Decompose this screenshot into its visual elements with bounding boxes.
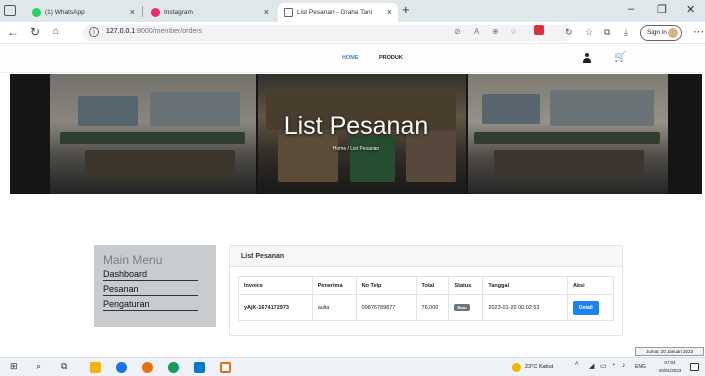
extension-icon[interactable] <box>534 25 544 35</box>
tab-whatsapp[interactable]: (1) WhatsApp × <box>26 3 141 22</box>
page-title: List Pesanan <box>283 112 429 140</box>
nav-produk-link[interactable]: PRODUK <box>379 55 403 61</box>
status-cell: Baru <box>448 294 484 321</box>
zoom-icon[interactable]: ⊕ <box>492 27 499 36</box>
maximize-button[interactable]: ❐ <box>657 3 667 16</box>
chrome-icon[interactable] <box>142 362 153 373</box>
tab-divider <box>142 6 143 17</box>
sidebar-item-dashboard[interactable]: Dashboard <box>103 269 198 281</box>
detail-button[interactable]: Detail <box>573 300 599 315</box>
window-menu-icon[interactable] <box>4 5 16 16</box>
weather-icon[interactable] <box>512 363 521 372</box>
sidebar-item-pengaturan[interactable]: Pengaturan <box>103 299 198 311</box>
orders-table: Invoice Penerima No Telp Total Status Ta… <box>238 276 614 321</box>
network-icon[interactable]: ◢ <box>589 362 594 370</box>
phone-cell: 09876789877 <box>355 294 417 321</box>
chevron-up-icon[interactable]: ^ <box>575 362 578 369</box>
table-header-row: Invoice Penerima No Telp Total Status Ta… <box>238 276 614 295</box>
file-explorer-icon[interactable] <box>90 362 101 373</box>
close-icon[interactable]: × <box>264 7 269 17</box>
edge-icon[interactable] <box>116 362 127 373</box>
breadcrumb: Home / List Pesanan <box>332 146 380 152</box>
sidebar-title: Main Menu <box>103 253 163 267</box>
read-aloud-icon[interactable]: A <box>474 27 479 36</box>
downloads-icon[interactable]: ⤓ <box>624 27 628 38</box>
app-icon[interactable] <box>220 362 231 373</box>
collections-icon[interactable]: ⧉ <box>604 27 610 38</box>
avatar <box>668 28 678 38</box>
browser-toolbar: ← ↻ ⌂ i 127.0.0.1:8000/member/orders ⊘ A… <box>0 22 705 44</box>
hero-banner: List Pesanan Home / List Pesanan <box>10 74 702 194</box>
status-badge: Baru <box>454 304 470 311</box>
column-header: Status <box>448 276 484 295</box>
url-text: 127.0.0.1:8000/member/orders <box>106 28 203 35</box>
search-icon[interactable]: ⌕ <box>36 361 41 372</box>
whatsapp-icon <box>32 8 41 17</box>
column-header: Penerima <box>311 276 357 295</box>
language-indicator[interactable]: ENG <box>635 364 646 370</box>
date-tooltip: Jumat, 20 Januari 2023 <box>635 347 704 356</box>
windows-taskbar: ⊞ ⌕ ⧉ 23°C Kabut ^ ◢ ▭ ◔ ♪ ENG 07.04 20/… <box>0 357 705 376</box>
favorite-icon[interactable]: ☆ <box>510 27 517 36</box>
battery-icon[interactable]: ▭ <box>600 362 607 370</box>
vscode-icon[interactable] <box>194 362 205 373</box>
clock-date[interactable]: 20/01/2023 <box>653 368 687 373</box>
orders-card: List Pesanan Invoice Penerima No Telp To… <box>229 245 623 336</box>
more-options-icon[interactable]: ⋯ <box>693 25 704 38</box>
action-cell: Detail <box>567 294 614 321</box>
windows-start-icon[interactable]: ⊞ <box>10 361 18 372</box>
weather-text[interactable]: 23°C Kabut <box>525 364 553 370</box>
sidebar-item-pesanan[interactable]: Pesanan <box>103 284 198 296</box>
user-icon[interactable] <box>583 53 591 63</box>
tab-instagram[interactable]: Instagram × <box>145 3 275 22</box>
reload-icon[interactable]: ↻ <box>30 25 40 39</box>
info-icon[interactable]: i <box>89 27 99 37</box>
column-header: No Telp <box>355 276 417 295</box>
column-header: Total <box>415 276 450 295</box>
instagram-icon <box>151 8 160 17</box>
browser-tab-strip: (1) WhatsApp × Instagram × List Pesanan … <box>0 0 705 22</box>
close-window-button[interactable]: ✕ <box>686 3 695 16</box>
wifi-icon[interactable]: ◔ <box>611 362 615 369</box>
clock-time[interactable]: 07.04 <box>653 360 687 365</box>
new-tab-button[interactable]: + <box>402 2 410 17</box>
favorites-bar-icon[interactable]: ☆ <box>585 27 593 38</box>
card-header: List Pesanan <box>230 246 622 267</box>
card-title: List Pesanan <box>241 253 285 260</box>
main-menu-sidebar: Main Menu Dashboard Pesanan Pengaturan <box>94 245 216 327</box>
tab-label: Instagram <box>164 9 193 16</box>
date-cell: 2023-01-20 00:02:53 <box>482 294 568 321</box>
notification-icon[interactable] <box>690 363 699 371</box>
site-header: HOME PRODUK 🛒 <box>0 45 705 73</box>
total-cell: 76,000 <box>415 294 450 321</box>
sign-in-label: Sign in <box>647 29 667 36</box>
column-header: Tanggal <box>482 276 568 295</box>
refresh-extension-icon[interactable]: ↻ <box>565 27 573 38</box>
task-view-icon[interactable]: ⧉ <box>61 361 67 372</box>
tab-label: (1) WhatsApp <box>45 9 85 16</box>
page-icon <box>284 8 293 17</box>
permission-icon[interactable]: ⊘ <box>454 27 461 36</box>
tab-label: List Pesanan - Graha Tani <box>297 9 373 16</box>
sign-in-button[interactable]: Sign in <box>640 25 682 41</box>
close-icon[interactable]: × <box>130 7 135 17</box>
cart-icon[interactable]: 🛒 <box>614 52 626 63</box>
browser-app-icon[interactable] <box>168 362 179 373</box>
nav-home-link[interactable]: HOME <box>342 55 359 61</box>
invoice-cell: yAjK-1674172973 <box>238 294 313 321</box>
address-bar[interactable]: i 127.0.0.1:8000/member/orders ⊘ A ⊕ ☆ <box>82 25 572 41</box>
column-header: Aksi <box>567 276 614 295</box>
recipient-cell: aulia <box>311 294 357 321</box>
minimize-button[interactable]: – <box>628 3 634 15</box>
volume-icon[interactable]: ♪ <box>622 362 626 369</box>
tab-list-pesanan[interactable]: List Pesanan - Graha Tani × <box>278 3 398 22</box>
table-row: yAjK-1674172973 aulia 09876789877 76,000… <box>238 294 614 321</box>
close-icon[interactable]: × <box>387 7 392 17</box>
column-header: Invoice <box>238 276 313 295</box>
back-arrow-icon[interactable]: ← <box>7 25 19 39</box>
home-icon[interactable]: ⌂ <box>53 26 59 37</box>
